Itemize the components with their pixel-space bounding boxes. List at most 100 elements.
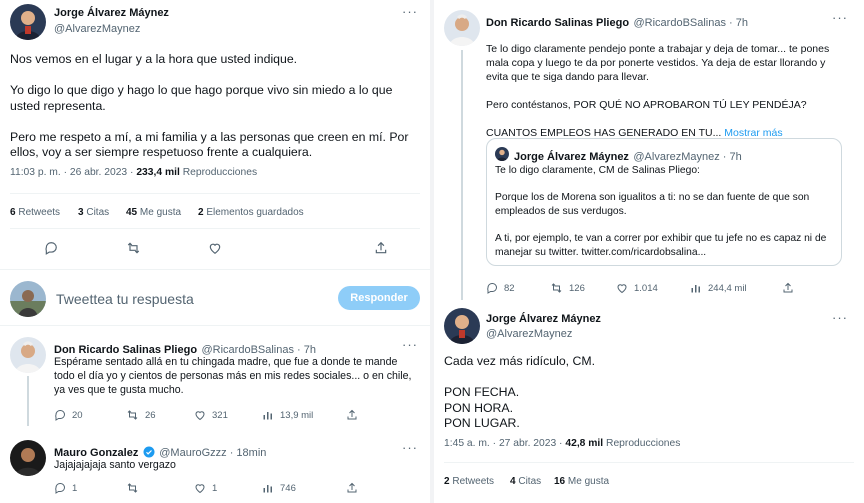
reply-count: 82 (504, 282, 515, 294)
tweet-timestamp: 1:45 a. m. · 27 abr. 2023 · 42,8 mil Rep… (444, 438, 680, 449)
stat-count: 4 (510, 476, 516, 487)
stat-quotes[interactable]: 3 Citas (78, 207, 109, 218)
views-count: 13,9 mil (280, 409, 314, 421)
stat-label: Citas (86, 207, 110, 218)
stat-label: Retweets (18, 207, 61, 218)
divider (10, 228, 420, 229)
reply-button[interactable]: 82 (486, 282, 515, 294)
stat-count: 16 (554, 476, 566, 487)
quote-header: Jorge Álvarez Máynez @AlvarezMaynez · 7h (514, 147, 742, 165)
reply-icon (55, 410, 65, 421)
stat-quotes[interactable]: 4 Citas (510, 476, 541, 487)
tweet-body: Te lo digo claramente pendejo ponte a tr… (486, 43, 830, 139)
avatar[interactable] (10, 337, 46, 373)
more-options-icon[interactable]: ··· (402, 338, 418, 351)
more-options-icon[interactable]: ··· (402, 5, 418, 18)
more-options-icon[interactable]: ··· (832, 11, 848, 24)
share-icon (347, 482, 357, 493)
stat-label: Me gusta (139, 207, 182, 218)
thread-line (461, 50, 463, 300)
views-count: 233,4 mil (136, 167, 180, 178)
thread-line (27, 376, 29, 426)
stat-retweets[interactable]: 6 Retweets (10, 207, 60, 218)
heart-icon (617, 284, 627, 294)
retweet-icon (127, 483, 138, 493)
divider (10, 193, 420, 194)
views-button[interactable]: 13,9 mil (262, 409, 313, 421)
stat-label: Me gusta (567, 476, 610, 487)
reply-icon (55, 483, 65, 494)
views-icon (691, 285, 700, 293)
quoted-tweet-card[interactable]: Jorge Álvarez Máynez @AlvarezMaynez · 7h… (486, 138, 842, 266)
author-handle[interactable]: @AlvarezMaynez (54, 23, 140, 35)
avatar[interactable] (444, 308, 480, 344)
avatar[interactable] (10, 4, 46, 40)
tweet-time[interactable]: 11:03 p. m. · 26 abr. 2023 · (10, 167, 136, 178)
avatar[interactable] (10, 440, 46, 476)
avatar[interactable] (444, 10, 480, 46)
stat-count: 45 (126, 207, 138, 218)
author-name[interactable]: Jorge Álvarez Máynez (54, 7, 169, 19)
views-label: Reproducciones (603, 438, 681, 449)
share-button[interactable] (374, 241, 388, 255)
heart-icon (209, 243, 221, 254)
reply-text: Espérame sentado allá en tu chingada mad… (54, 356, 412, 396)
retweet-icon (127, 410, 138, 420)
retweet-button[interactable] (126, 482, 145, 494)
reply-count: 1 (72, 482, 78, 494)
retweet-button[interactable]: 126 (550, 282, 585, 294)
quote-author-name: Jorge Álvarez Máynez (514, 151, 629, 163)
views-button[interactable]: 746 (262, 482, 296, 494)
retweet-icon (551, 283, 562, 293)
reply-button[interactable]: 1 (54, 482, 77, 494)
retweet-count: 26 (145, 409, 156, 421)
stat-likes[interactable]: 45 Me gusta (126, 207, 181, 218)
tweet-text: Cada vez más ridículo, CM. PON FECHA. PO… (444, 354, 596, 430)
right-panel: Don Ricardo Salinas Pliego @RicardoBSali… (434, 0, 864, 503)
avatar (495, 147, 509, 161)
share-button[interactable] (346, 482, 358, 494)
stat-likes[interactable]: 16 Me gusta (554, 476, 609, 487)
share-button[interactable] (782, 282, 794, 294)
stat-count: 2 (198, 207, 204, 218)
like-button[interactable]: 1 (194, 482, 217, 494)
author-name[interactable]: Jorge Álvarez Máynez (486, 313, 601, 325)
reply-button[interactable] (44, 241, 58, 255)
more-options-icon[interactable]: ··· (402, 441, 418, 454)
divider (444, 462, 854, 463)
quote-author-handle: @AlvarezMaynez · 7h (633, 151, 742, 163)
tweet-text: Nos vemos en el lugar y a la hora que us… (10, 52, 409, 159)
reply-icon (45, 242, 57, 255)
verified-badge-icon (143, 446, 155, 458)
views-button[interactable]: 244,4 mil (690, 282, 747, 294)
stat-retweets[interactable]: 2 Retweets (444, 476, 494, 487)
retweet-button[interactable] (126, 241, 141, 255)
current-user-avatar[interactable] (10, 281, 46, 317)
like-count: 321 (212, 409, 228, 421)
stat-label: Retweets (452, 476, 495, 487)
divider (0, 325, 430, 326)
like-count: 1 (212, 482, 218, 494)
divider (0, 269, 430, 270)
like-count: 1.014 (634, 282, 658, 294)
reply-submit-button[interactable]: Responder (338, 286, 420, 310)
more-options-icon[interactable]: ··· (832, 311, 848, 324)
share-button[interactable] (346, 409, 358, 421)
retweet-count: 126 (569, 282, 585, 294)
share-icon (783, 282, 793, 293)
tweet-time[interactable]: 1:45 a. m. · 27 abr. 2023 · (444, 438, 565, 449)
like-button[interactable]: 321 (194, 409, 228, 421)
like-button[interactable]: 1.014 (616, 282, 658, 294)
stat-count: 6 (10, 207, 16, 218)
views-count: 746 (280, 482, 296, 494)
author-handle[interactable]: @AlvarezMaynez (486, 328, 572, 340)
reply-input[interactable]: Tweettea tu respuesta (56, 291, 194, 307)
tweet-timestamp: 11:03 p. m. · 26 abr. 2023 · 233,4 mil R… (10, 167, 257, 178)
reply-button[interactable]: 20 (54, 409, 83, 421)
views-label: Reproducciones (179, 167, 258, 178)
like-button[interactable] (208, 241, 222, 255)
share-icon (375, 241, 387, 254)
retweet-button[interactable]: 26 (126, 409, 156, 421)
stat-bookmarks[interactable]: 2 Elementos guardados (198, 207, 304, 218)
reply-icon (487, 283, 497, 294)
